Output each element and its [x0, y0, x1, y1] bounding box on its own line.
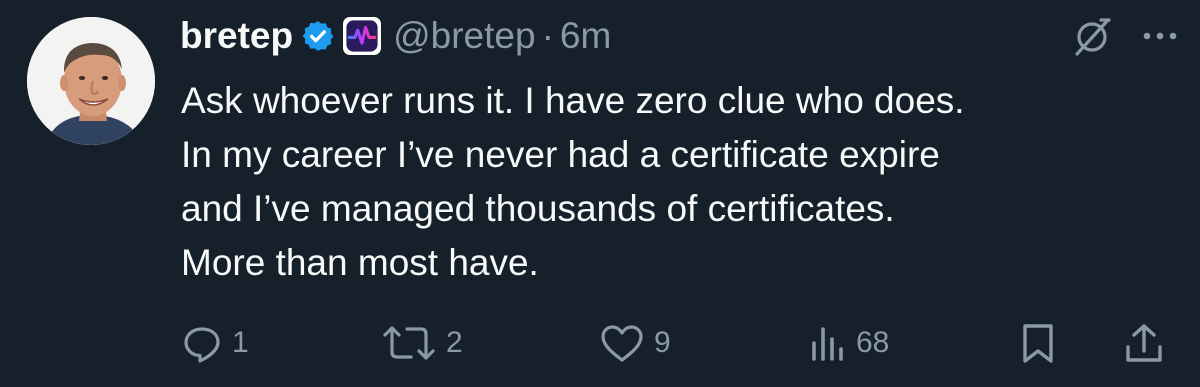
tweet-timestamp[interactable]: 6m — [560, 15, 611, 57]
tweet-text-line: and I’ve managed thousands of certificat… — [181, 188, 895, 229]
display-name[interactable]: bretep — [180, 15, 293, 57]
more-icon[interactable] — [1142, 16, 1178, 56]
grok-icon[interactable] — [1070, 14, 1114, 58]
reply-icon — [184, 327, 220, 363]
header-separator: · — [541, 15, 554, 56]
reply-count: 1 — [232, 326, 249, 359]
like-button[interactable]: 9 — [598, 318, 671, 368]
verified-badge-icon[interactable] — [301, 19, 335, 53]
bookmark-icon — [1023, 324, 1053, 363]
repost-icon — [383, 326, 435, 360]
share-button[interactable] — [1122, 318, 1166, 368]
share-icon — [1126, 324, 1162, 362]
repost-count: 2 — [446, 326, 463, 359]
reply-button[interactable]: 1 — [180, 318, 249, 368]
bookmark-button[interactable] — [1018, 318, 1058, 368]
tweet-text-line: In my career I’ve never had a certificat… — [181, 134, 940, 175]
user-handle[interactable]: @bretep — [393, 15, 535, 57]
like-count: 9 — [654, 326, 671, 359]
tweet-top-actions — [1070, 14, 1178, 58]
repost-button[interactable]: 2 — [382, 318, 463, 368]
like-icon — [601, 325, 643, 362]
tweet-action-bar: 1 2 9 68 — [0, 318, 1200, 368]
avatar[interactable] — [27, 17, 155, 145]
avatar-photo — [27, 17, 155, 145]
views-count: 68 — [856, 326, 890, 359]
tweet-header: bretep @bretep · 6m — [180, 12, 611, 60]
tweet-text-line: More than most have. — [181, 242, 539, 283]
pulse-waveform-icon — [346, 20, 378, 52]
views-icon — [812, 327, 843, 361]
views-button[interactable]: 68 — [808, 318, 889, 368]
affiliate-badge-icon[interactable] — [343, 17, 382, 55]
tweet-text: Ask whoever runs it. I have zero clue wh… — [181, 74, 1181, 290]
tweet-text-line: Ask whoever runs it. I have zero clue wh… — [181, 80, 965, 121]
